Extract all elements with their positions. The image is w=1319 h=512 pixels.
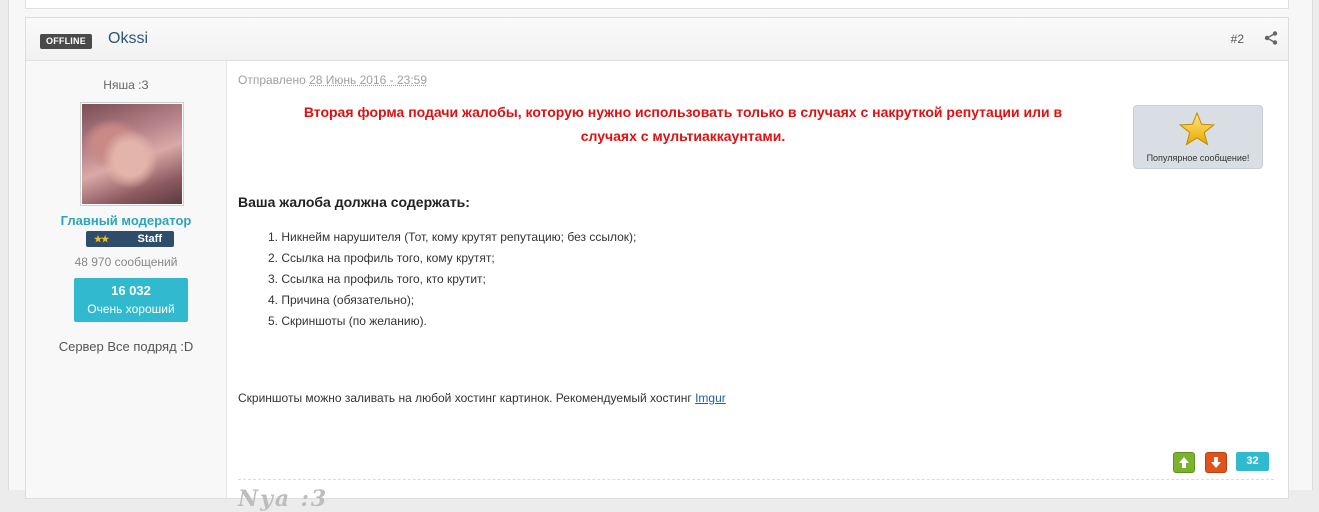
server-field: Сервер Все подряд :D	[58, 339, 194, 354]
arrow-down-icon	[1211, 457, 1221, 468]
post-headline: Вторая форма подачи жалобы, которую нужн…	[238, 100, 1128, 148]
posted-info: Отправлено 28 Июнь 2016 - 23:59	[238, 73, 427, 87]
author-name-link[interactable]: Okssi	[108, 30, 148, 48]
staff-label: Staff	[137, 233, 162, 245]
posted-prefix: Отправлено	[238, 73, 306, 87]
forum-post: OFFLINE Okssi #2 Няша :З Главный модерат…	[25, 17, 1289, 512]
star-icon	[1179, 112, 1215, 146]
popular-post-label: Популярное сообщение!	[1146, 153, 1250, 163]
requirements-list: 1. Никнейм нарушителя (Тот, кому крутят …	[268, 230, 636, 335]
user-title: Няша :З	[103, 78, 149, 92]
signature-divider	[238, 479, 1274, 480]
staff-badge: ★★ Staff	[86, 231, 174, 247]
post-count: 48 970 сообщений	[74, 255, 178, 269]
avatar-image	[82, 104, 182, 204]
popular-post-badge: Популярное сообщение!	[1133, 105, 1263, 169]
post-number-link[interactable]: #2	[1231, 32, 1244, 46]
vote-count: 32	[1236, 452, 1269, 471]
share-icon[interactable]	[1264, 31, 1278, 45]
vote-up-button[interactable]	[1173, 452, 1195, 473]
reputation-badge: 16 032 Очень хороший	[74, 278, 188, 322]
section-title: Ваша жалоба должна содержать:	[238, 194, 470, 210]
hosting-note: Скриншоты можно заливать на любой хостин…	[238, 391, 726, 405]
reputation-label: Очень хороший	[87, 302, 175, 316]
avatar[interactable]	[80, 102, 184, 206]
posted-date: 28 Июнь 2016 - 23:59	[309, 73, 428, 87]
user-group: Главный модератор	[60, 213, 192, 228]
offline-status-badge: OFFLINE	[40, 34, 92, 49]
previous-post-bottom	[25, 0, 1289, 9]
imgur-link[interactable]: Imgur	[695, 391, 726, 405]
list-item: 1. Никнейм нарушителя (Тот, кому крутят …	[268, 230, 637, 244]
list-item: 5. Скриншоты (по желанию).	[268, 314, 427, 328]
headline-line-1: Вторая форма подачи жалобы, которую нужн…	[303, 104, 1063, 120]
arrow-up-icon	[1179, 457, 1189, 468]
headline-line-2: случаях с мультиаккаунтами.	[580, 128, 786, 144]
reputation-value: 16 032	[111, 283, 151, 298]
list-item: 3. Ссылка на профиль того, кто крутит;	[268, 272, 486, 286]
post-header: OFFLINE Okssi #2	[26, 18, 1288, 61]
star-icon: ★★	[94, 234, 109, 244]
post-body: Отправлено 28 Июнь 2016 - 23:59 Вторая ф…	[238, 61, 1278, 512]
hosting-note-text: Скриншоты можно заливать на любой хостин…	[238, 391, 692, 405]
list-item: 2. Ссылка на профиль того, кому крутят;	[268, 251, 495, 265]
vote-down-button[interactable]	[1205, 452, 1227, 473]
author-info-panel: Няша :З Главный модератор ★★ Staff 48 97…	[26, 61, 227, 498]
list-item: 4. Причина (обязательно);	[268, 293, 415, 307]
